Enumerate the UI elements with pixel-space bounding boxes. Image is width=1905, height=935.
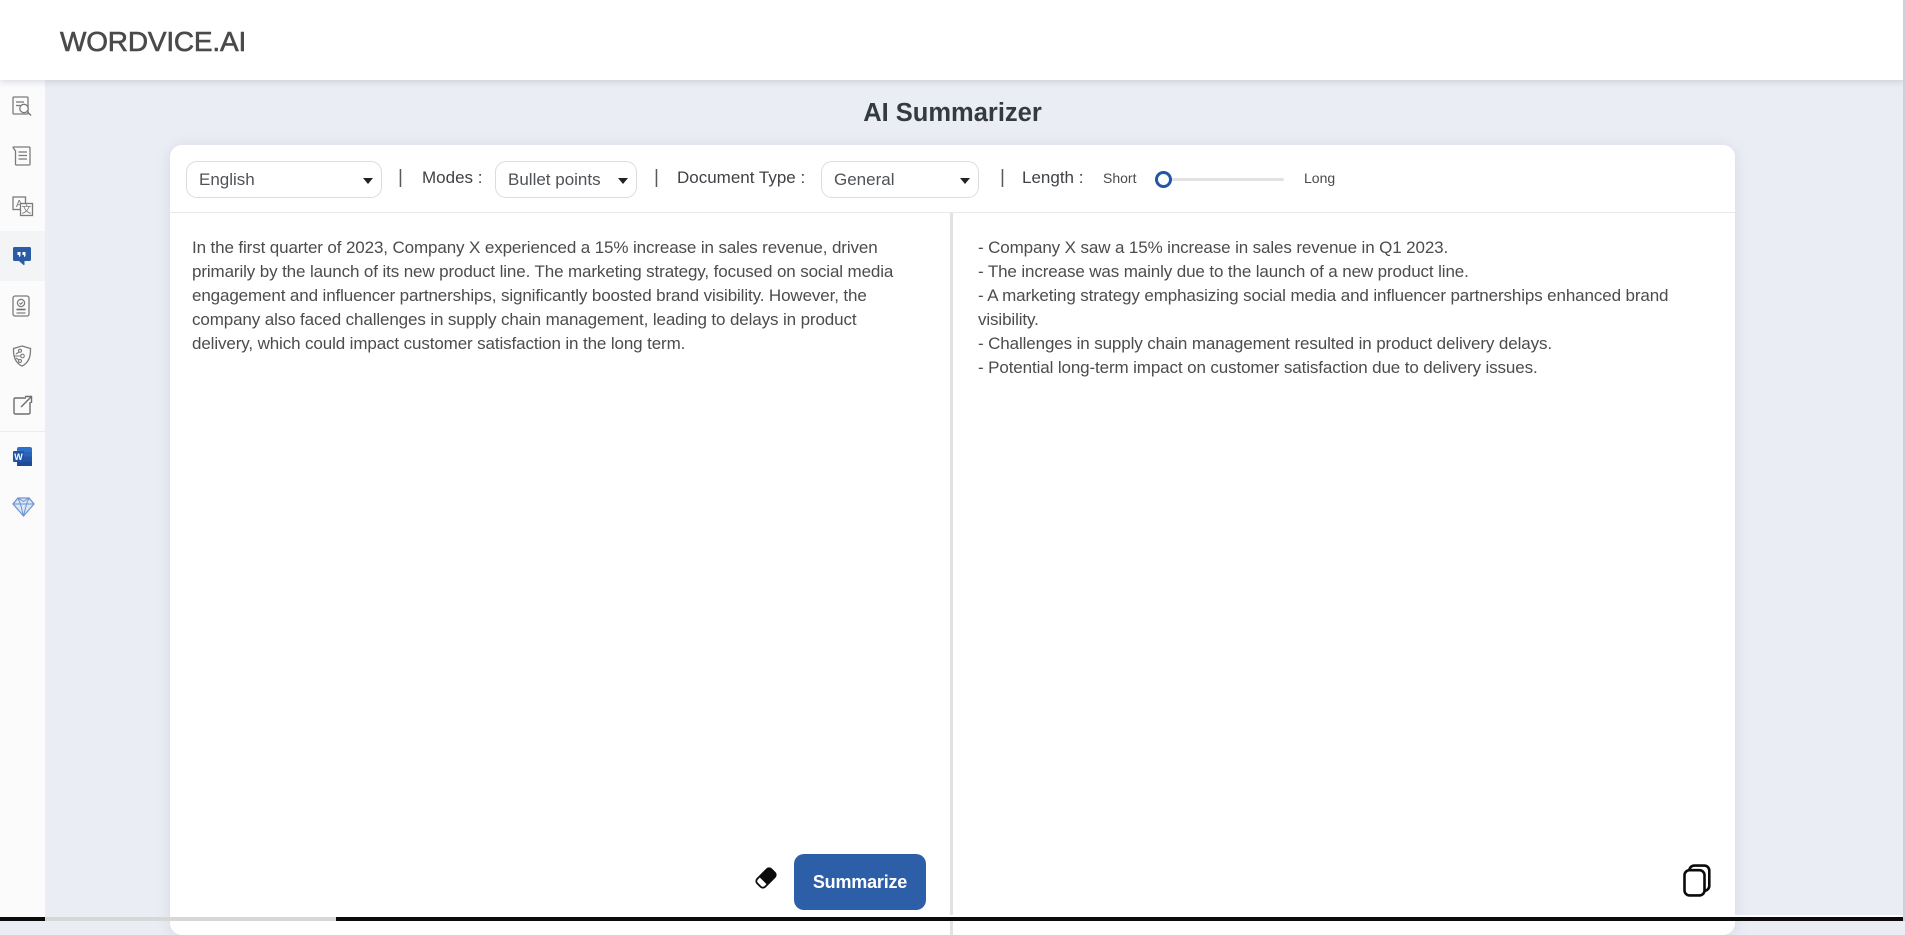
svg-text:文: 文 (22, 203, 32, 216)
svg-text:W: W (14, 452, 23, 462)
